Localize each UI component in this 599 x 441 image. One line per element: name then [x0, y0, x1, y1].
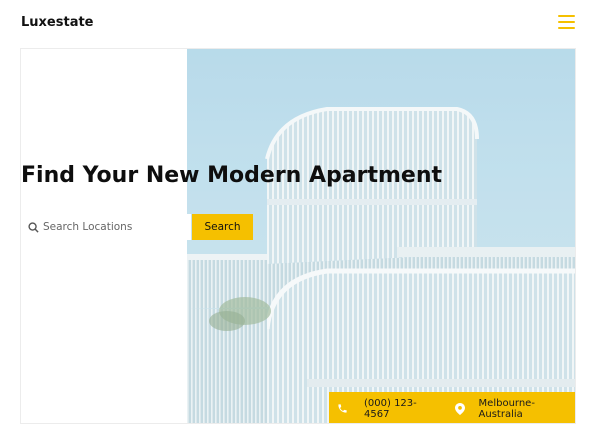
- search-button[interactable]: Search: [192, 214, 253, 240]
- contact-location[interactable]: Melbourne-Australia: [454, 397, 575, 420]
- contact-bar: (000) 123-4567 Melbourne-Australia: [329, 392, 575, 423]
- map-pin-icon: [454, 402, 465, 415]
- location-search-form: Search: [21, 214, 253, 240]
- search-input[interactable]: [43, 215, 183, 239]
- search-field[interactable]: [21, 214, 191, 240]
- phone-icon: [338, 404, 347, 413]
- phone-number: (000) 123-4567: [364, 397, 417, 420]
- search-icon: [28, 221, 39, 233]
- contact-phone[interactable]: (000) 123-4567: [337, 398, 441, 420]
- hamburger-menu-icon[interactable]: [558, 14, 576, 30]
- hero-section: Find Your New Modern Apartment Search (0…: [20, 48, 576, 424]
- location-text: Melbourne-Australia: [478, 397, 535, 420]
- site-logo[interactable]: Luxestate: [21, 15, 94, 30]
- site-header: Luxestate: [0, 0, 599, 46]
- hero-headline: Find Your New Modern Apartment: [21, 163, 443, 188]
